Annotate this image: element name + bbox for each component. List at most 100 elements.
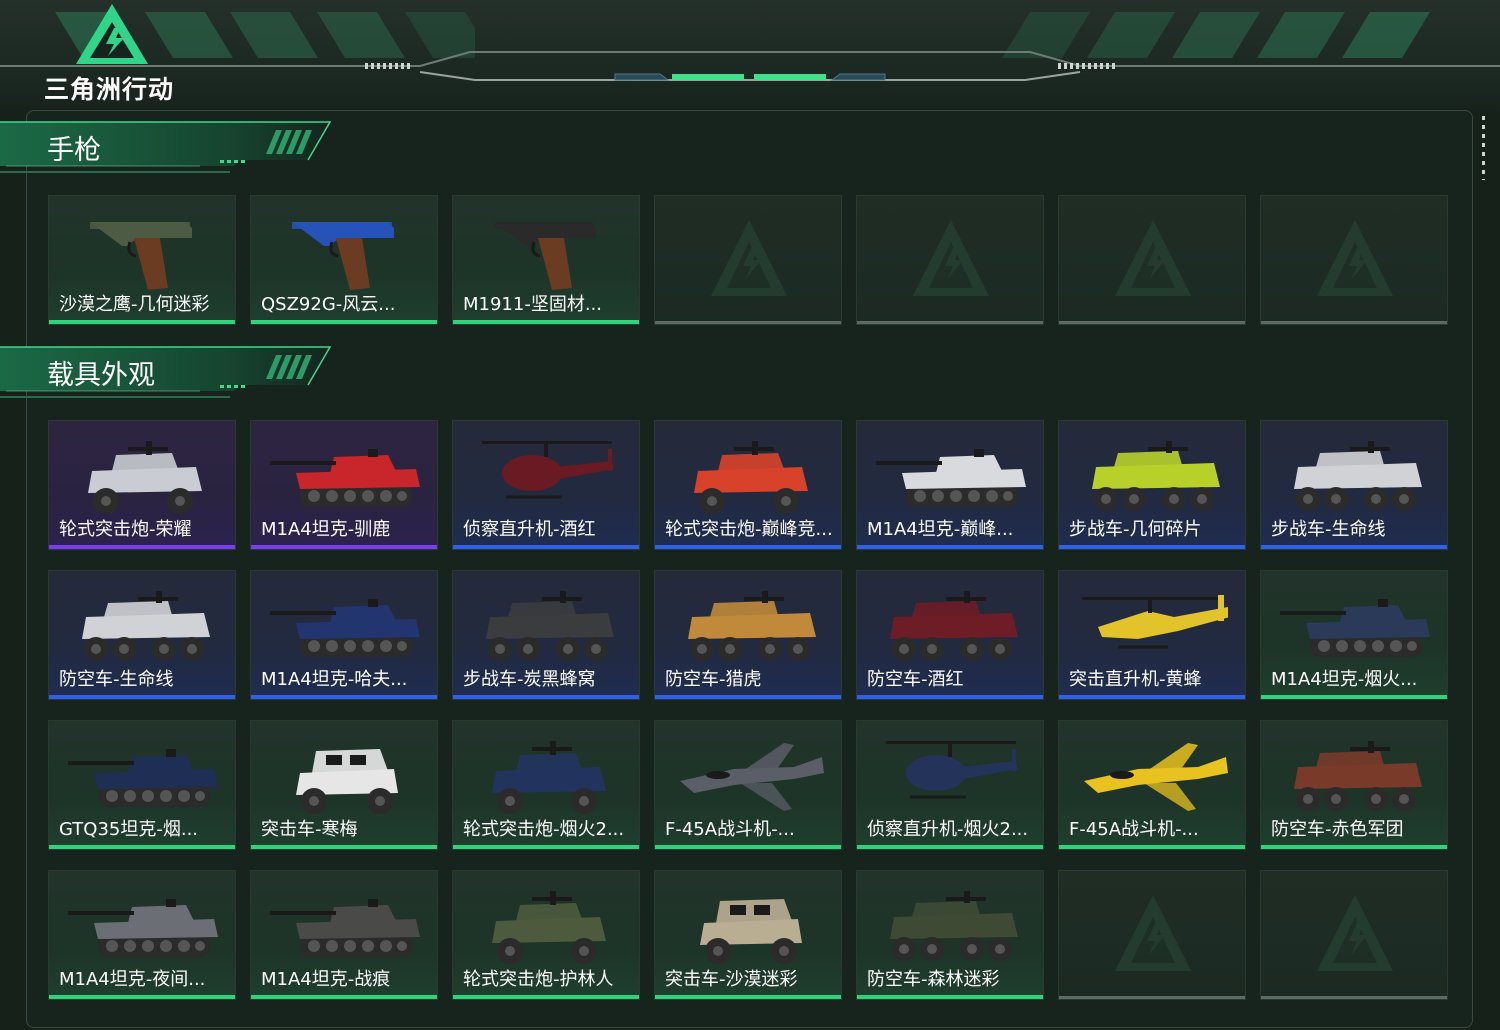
item-label: 轮式突击炮-烟火2... (463, 819, 625, 840)
item-card[interactable]: F-45A战斗机-... (1058, 720, 1246, 850)
item-card[interactable]: M1A4坦克-战痕 (250, 870, 438, 1000)
rarity-bar (251, 320, 437, 324)
section-title: 手枪 (47, 135, 101, 166)
header-divider (0, 51, 1500, 81)
empty-slot (1058, 195, 1246, 325)
logo-watermark-icon (1113, 891, 1193, 975)
logo-watermark-icon (1113, 216, 1193, 300)
section-header: 手枪 (0, 120, 340, 176)
rarity-bar (655, 321, 841, 324)
empty-slot (856, 195, 1044, 325)
item-card[interactable]: M1911-坚固材... (452, 195, 640, 325)
empty-slot (1260, 870, 1448, 1000)
rarity-bar (1261, 321, 1447, 324)
item-label: 防空车-赤色军团 (1271, 819, 1404, 840)
logo-text: 三角洲行动 (44, 75, 175, 104)
rarity-bar (857, 995, 1043, 999)
item-label: M1A4坦克-战痕 (261, 969, 391, 990)
item-card[interactable]: 防空车-酒红 (856, 570, 1044, 700)
item-card[interactable]: M1A4坦克-驯鹿 (250, 420, 438, 550)
item-label: 突击车-沙漠迷彩 (665, 969, 798, 990)
rarity-bar (453, 320, 639, 324)
item-card[interactable]: 突击车-沙漠迷彩 (654, 870, 842, 1000)
item-card[interactable]: 侦察直升机-酒红 (452, 420, 640, 550)
item-card[interactable]: 防空车-猎虎 (654, 570, 842, 700)
rarity-bar (857, 321, 1043, 324)
rarity-bar (49, 995, 235, 999)
scrollbar[interactable] (1482, 116, 1485, 180)
item-card[interactable]: GTQ35坦克-烟... (48, 720, 236, 850)
item-card[interactable]: M1A4坦克-巅峰... (856, 420, 1044, 550)
section-header: 载具外观 (0, 345, 340, 401)
rarity-bar (655, 995, 841, 999)
item-label: M1911-坚固材... (463, 294, 602, 315)
rarity-bar (857, 695, 1043, 699)
rarity-bar (1059, 845, 1245, 849)
top-header: 三角洲行动 (0, 0, 1500, 108)
rarity-bar (49, 545, 235, 549)
empty-slot (1260, 195, 1448, 325)
item-label: GTQ35坦克-烟... (59, 819, 199, 840)
rarity-bar (655, 695, 841, 699)
item-card[interactable]: QSZ92G-风云... (250, 195, 438, 325)
item-label: 轮式突击炮-巅峰竞... (665, 519, 833, 540)
rarity-bar (1059, 321, 1245, 324)
item-label: 突击直升机-黄蜂 (1069, 669, 1202, 690)
item-card[interactable]: 步战车-炭黑蜂窝 (452, 570, 640, 700)
logo-watermark-icon (1315, 891, 1395, 975)
item-card[interactable]: 轮式突击炮-荣耀 (48, 420, 236, 550)
rarity-bar (453, 545, 639, 549)
rarity-bar (857, 545, 1043, 549)
item-card[interactable]: 步战车-几何碎片 (1058, 420, 1246, 550)
empty-slot (1058, 870, 1246, 1000)
rarity-bar (1059, 996, 1245, 999)
item-card[interactable]: M1A4坦克-哈夫... (250, 570, 438, 700)
rarity-bar (453, 995, 639, 999)
item-card[interactable]: 沙漠之鹰-几何迷彩 (48, 195, 236, 325)
item-label: 轮式突击炮-护林人 (463, 969, 614, 990)
item-label: 防空车-生命线 (59, 669, 174, 690)
item-label: M1A4坦克-夜间... (59, 969, 206, 990)
rarity-bar (453, 695, 639, 699)
item-label: 轮式突击炮-荣耀 (59, 519, 192, 540)
section-title: 载具外观 (47, 360, 155, 391)
item-label: 步战车-几何碎片 (1069, 519, 1202, 540)
item-card[interactable]: 突击车-寒梅 (250, 720, 438, 850)
item-card[interactable]: 侦察直升机-烟火2... (856, 720, 1044, 850)
item-card[interactable]: 突击直升机-黄蜂 (1058, 570, 1246, 700)
item-label: QSZ92G-风云... (261, 294, 396, 315)
rarity-bar (1059, 545, 1245, 549)
item-card[interactable]: M1A4坦克-夜间... (48, 870, 236, 1000)
item-card[interactable]: 防空车-赤色军团 (1260, 720, 1448, 850)
item-card[interactable]: 防空车-森林迷彩 (856, 870, 1044, 1000)
rarity-bar (251, 995, 437, 999)
rarity-bar (857, 845, 1043, 849)
rarity-bar (49, 695, 235, 699)
item-label: M1A4坦克-巅峰... (867, 519, 1014, 540)
rarity-bar (251, 545, 437, 549)
item-label: M1A4坦克-哈夫... (261, 669, 408, 690)
rarity-bar (251, 695, 437, 699)
logo-icon (76, 4, 148, 64)
empty-slot (654, 195, 842, 325)
logo-watermark-icon (1315, 216, 1395, 300)
item-label: M1A4坦克-驯鹿 (261, 519, 391, 540)
rarity-bar (49, 845, 235, 849)
item-card[interactable]: 轮式突击炮-护林人 (452, 870, 640, 1000)
item-card[interactable]: F-45A战斗机-... (654, 720, 842, 850)
item-card[interactable]: M1A4坦克-烟火... (1260, 570, 1448, 700)
rarity-bar (655, 545, 841, 549)
item-card[interactable]: 轮式突击炮-烟火2... (452, 720, 640, 850)
rarity-bar (453, 845, 639, 849)
item-label: 防空车-森林迷彩 (867, 969, 1000, 990)
item-label: 步战车-生命线 (1271, 519, 1386, 540)
rarity-bar (655, 845, 841, 849)
item-card[interactable]: 步战车-生命线 (1260, 420, 1448, 550)
logo-watermark-icon (709, 216, 789, 300)
item-label: F-45A战斗机-... (1069, 819, 1199, 840)
item-label: 侦察直升机-烟火2... (867, 819, 1029, 840)
rarity-bar (1059, 695, 1245, 699)
rarity-bar (1261, 845, 1447, 849)
item-card[interactable]: 轮式突击炮-巅峰竞... (654, 420, 842, 550)
item-card[interactable]: 防空车-生命线 (48, 570, 236, 700)
